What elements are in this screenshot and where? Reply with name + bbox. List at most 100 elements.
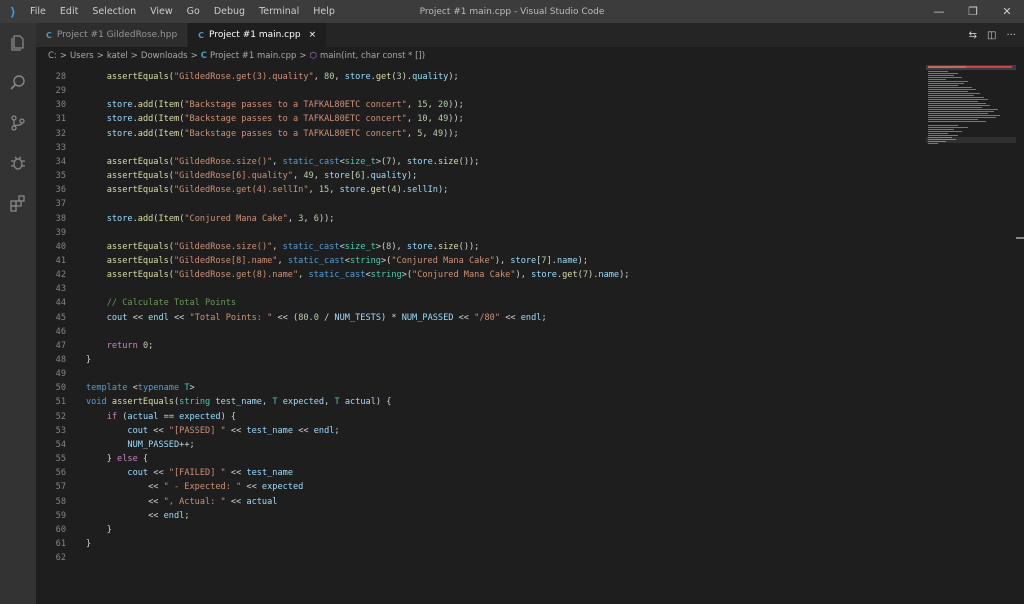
breadcrumb-item[interactable]: main(int, char const * []) [320, 51, 425, 61]
code-token: quality [412, 72, 449, 82]
breadcrumb-item[interactable]: C: [48, 51, 57, 61]
code-token: store [106, 213, 133, 224]
code-token: store [406, 241, 433, 252]
code-token: 10 [417, 114, 428, 125]
line-number: 29 [55, 86, 66, 97]
menu-item-view[interactable]: View [143, 6, 180, 17]
code-token: { [137, 454, 149, 465]
extensions-icon[interactable] [0, 183, 36, 223]
code-token: ; [541, 312, 547, 323]
minimize-icon[interactable]: — [922, 0, 956, 23]
line-number: 39 [55, 227, 66, 238]
code-token: quality [370, 171, 407, 182]
tab-gildedrose-hpp[interactable]: C Project #1 GildedRose.hpp [36, 23, 189, 47]
code-token: string [179, 397, 211, 408]
source-control-icon[interactable] [0, 103, 36, 143]
menu-item-go[interactable]: Go [180, 6, 207, 17]
line-number: 36 [55, 185, 66, 196]
menu-item-edit[interactable]: Edit [53, 6, 85, 17]
menu-item-selection[interactable]: Selection [85, 6, 143, 17]
minimap[interactable] [926, 65, 1016, 155]
code-token: , [406, 128, 418, 139]
code-text: assertEquals("GildedRose[6].quality", 49… [86, 169, 418, 183]
split-editor-icon[interactable]: ◫ [987, 30, 996, 41]
code-token: ) { [220, 411, 237, 422]
code-token: "GildedRose[8].name" [173, 255, 278, 266]
code-token: size [437, 156, 459, 167]
code-text: store.add(Item("Conjured Mana Cake", 3, … [86, 212, 335, 226]
code-token: if [106, 411, 118, 422]
line-number: 49 [55, 369, 66, 380]
menu-item-debug[interactable]: Debug [207, 6, 252, 17]
code-token: store [339, 185, 366, 196]
code-text: } [86, 353, 91, 367]
code-token: 15 [318, 185, 330, 196]
code-token: ); [406, 171, 418, 182]
search-icon[interactable] [0, 63, 36, 103]
tab-label: Project #1 GildedRose.hpp [56, 30, 178, 40]
line-number: 31 [55, 114, 66, 125]
code-token: NUM_PASSED [127, 439, 180, 450]
menu-item-file[interactable]: File [23, 6, 53, 17]
code-token: << [86, 496, 164, 507]
code-token: store [344, 72, 371, 82]
code-token: NUM_TESTS [334, 312, 381, 323]
code-text: << endl; [86, 509, 189, 523]
code-token: size_t [344, 241, 376, 252]
debug-icon[interactable] [0, 143, 36, 183]
line-number: 33 [55, 142, 66, 153]
code-token: , [422, 128, 433, 139]
code-token: , [277, 255, 288, 266]
code-token: "GildedRose.get(8).name" [173, 270, 299, 281]
code-token: << ( [272, 312, 299, 323]
code-token: 15 [417, 100, 428, 111]
line-number: 52 [55, 411, 66, 422]
code-text: store.add(Item("Backstage passes to a TA… [86, 112, 464, 126]
editor-tabs: C Project #1 GildedRose.hpp C Project #1… [36, 23, 1024, 47]
line-number: 60 [55, 524, 66, 535]
line-number: 28 [55, 72, 66, 82]
activity-bar [0, 23, 36, 604]
line-number: 61 [55, 538, 66, 549]
code-editor[interactable]: 28 assertEquals("GildedRose.get(3).quali… [36, 65, 1024, 604]
code-token: , [427, 100, 438, 111]
menu-item-help[interactable]: Help [306, 6, 342, 17]
code-token: ", Actual: " [163, 496, 226, 507]
breadcrumb-item[interactable]: Users [70, 51, 94, 61]
close-icon[interactable]: × [309, 30, 317, 40]
code-text: store.add(Item("Backstage passes to a TA… [86, 127, 459, 141]
code-text: if (actual == expected) { [86, 410, 236, 424]
editor-scrollbar[interactable] [1016, 65, 1024, 604]
line-number: 42 [55, 270, 66, 281]
menu-bar: File Edit Selection View Go Debug Terminal Help [23, 6, 342, 17]
code-token: == [158, 411, 180, 422]
code-token: << [86, 482, 164, 493]
code-token: string [370, 270, 402, 281]
code-token: size_t [344, 156, 376, 167]
code-token: 80 [324, 72, 335, 82]
more-actions-icon[interactable]: ··· [1006, 30, 1016, 41]
explorer-icon[interactable] [0, 23, 36, 63]
code-token: < [127, 383, 138, 394]
menu-item-terminal[interactable]: Terminal [252, 6, 306, 17]
code-token: test_name [246, 425, 294, 436]
code-token: endl [313, 425, 335, 436]
tab-label: Project #1 main.cpp [209, 30, 301, 40]
breadcrumb-item[interactable]: C [201, 51, 207, 61]
code-token: "Conjured Mana Cake" [184, 213, 288, 224]
code-token: << [293, 425, 314, 436]
code-token: >( [380, 255, 392, 266]
breadcrumb-item[interactable]: Project #1 main.cpp [210, 51, 296, 61]
breadcrumb-item[interactable]: Downloads [141, 51, 188, 61]
breadcrumb-item[interactable]: ⬡ [310, 51, 317, 61]
close-window-icon[interactable]: ✕ [990, 0, 1024, 23]
code-token: ) * [381, 312, 402, 323]
breadcrumb-item[interactable]: katel [107, 51, 128, 61]
tab-main-cpp[interactable]: C Project #1 main.cpp × [188, 23, 328, 47]
restore-icon[interactable]: ❐ [956, 0, 990, 23]
code-token: << [127, 312, 149, 323]
open-changes-icon[interactable]: ⇆ [969, 30, 977, 41]
